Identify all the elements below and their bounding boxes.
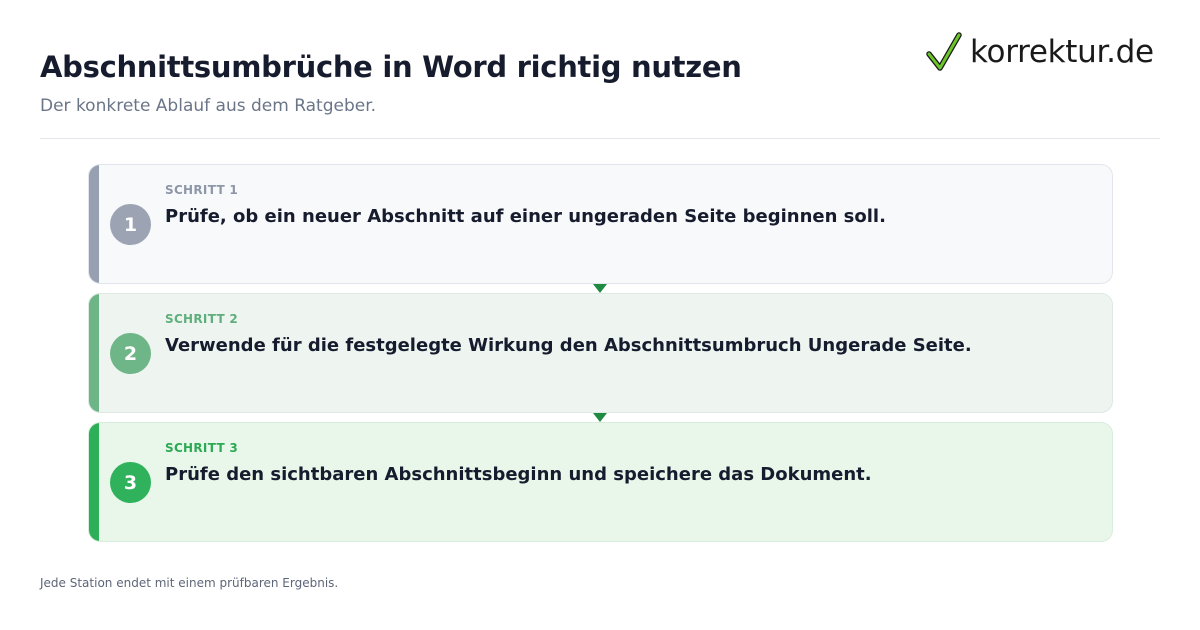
step-number-badge: 2 <box>110 333 151 374</box>
footer-note: Jede Station endet mit einem prüfbaren E… <box>40 576 339 590</box>
header-divider <box>40 138 1160 139</box>
step-card-2: 2 SCHRITT 2 Verwende für die festgelegte… <box>88 293 1113 413</box>
step-label: SCHRITT 3 <box>165 441 239 455</box>
step-card-3: 3 SCHRITT 3 Prüfe den sichtbaren Abschni… <box>88 422 1113 542</box>
connector-arrow-down-icon <box>593 413 607 422</box>
connector-arrow-down-icon <box>593 284 607 293</box>
brand-logo: korrektur.de <box>926 30 1154 74</box>
step-label: SCHRITT 1 <box>165 183 239 197</box>
step-text: Verwende für die festgelegte Wirkung den… <box>165 335 972 356</box>
step-accent-bar <box>89 423 99 541</box>
brand-name: korrektur.de <box>970 34 1154 70</box>
checkmark-icon <box>926 32 962 71</box>
step-accent-bar <box>89 165 99 283</box>
step-label: SCHRITT 2 <box>165 312 239 326</box>
step-number-badge: 1 <box>110 204 151 245</box>
step-accent-bar <box>89 294 99 412</box>
step-text: Prüfe, ob ein neuer Abschnitt auf einer … <box>165 206 886 227</box>
step-card-1: 1 SCHRITT 1 Prüfe, ob ein neuer Abschnit… <box>88 164 1113 284</box>
step-text: Prüfe den sichtbaren Abschnittsbeginn un… <box>165 464 872 485</box>
page-subtitle: Der konkrete Ablauf aus dem Ratgeber. <box>40 96 377 116</box>
step-number-badge: 3 <box>110 462 151 503</box>
page-title: Abschnittsumbrüche in Word richtig nutze… <box>40 50 742 84</box>
